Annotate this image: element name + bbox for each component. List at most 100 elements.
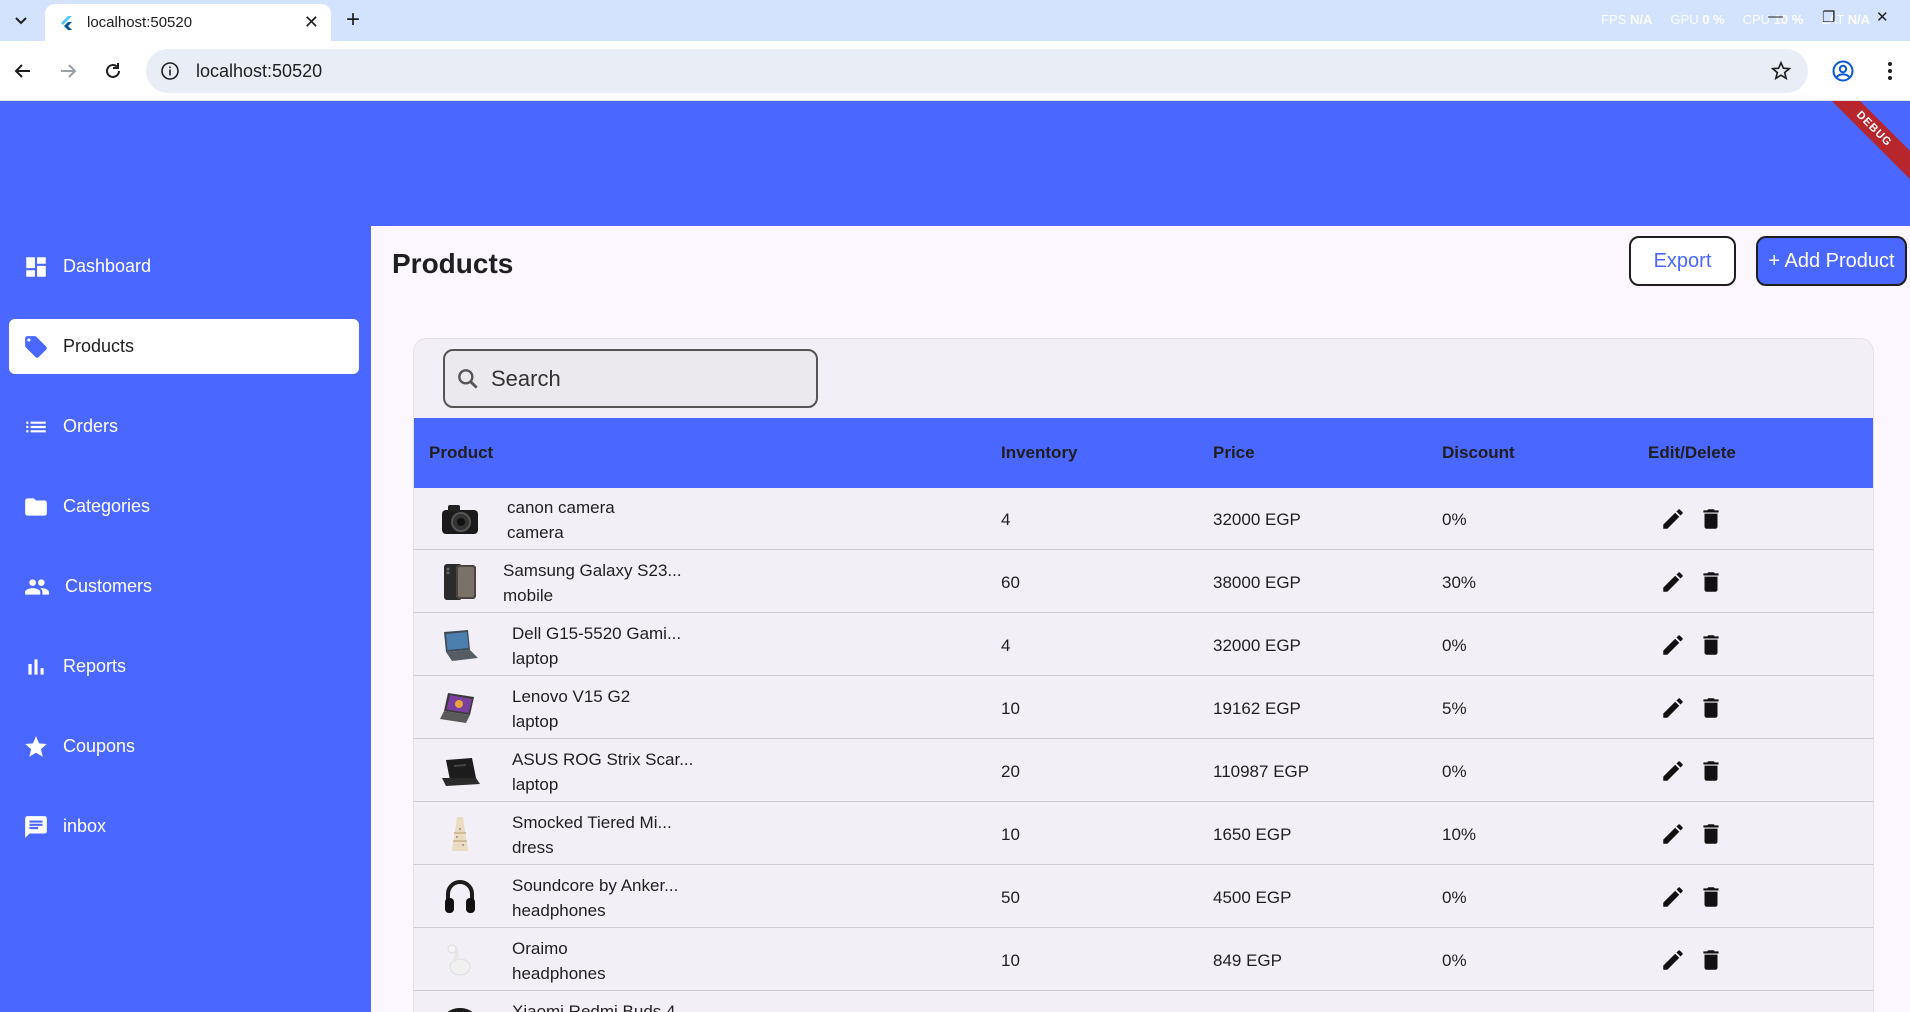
address-bar[interactable]: localhost:50520 (146, 49, 1808, 93)
search-placeholder: Search (491, 365, 561, 391)
delete-icon[interactable] (1698, 947, 1724, 973)
edit-icon[interactable] (1660, 758, 1686, 784)
sidebar-item-coupons[interactable]: Coupons (9, 719, 359, 774)
delete-icon[interactable] (1698, 758, 1724, 784)
tag-icon (25, 335, 47, 358)
sidebar-item-categories[interactable]: Categories (9, 479, 359, 534)
product-inventory: 4 (1001, 636, 1011, 655)
sidebar-item-label: Products (63, 336, 135, 356)
message-icon (25, 815, 47, 838)
table-header: Product Inventory Price Discount Edit/De… (414, 418, 1873, 488)
search-input[interactable]: Search (443, 349, 818, 408)
column-header-discount: Discount (1442, 443, 1515, 462)
laptop-thumbnail (440, 693, 474, 723)
add-product-button[interactable]: + Add Product (1756, 236, 1907, 286)
table-row: Dell G15-5520 Gami... laptop 4 32000 EGP… (414, 614, 1873, 676)
product-inventory: 10 (1001, 699, 1020, 718)
edit-icon[interactable] (1660, 632, 1686, 658)
window-close-icon[interactable]: ✕ (1876, 8, 1889, 26)
delete-icon[interactable] (1698, 884, 1724, 910)
product-inventory: 60 (1001, 573, 1020, 592)
product-name: Smocked Tiered Mi... (512, 813, 672, 832)
delete-icon[interactable] (1698, 506, 1724, 532)
delete-icon[interactable] (1698, 821, 1724, 847)
forward-icon[interactable] (55, 58, 81, 84)
edit-icon[interactable] (1660, 569, 1686, 595)
reload-icon[interactable] (100, 58, 126, 84)
column-header-price: Price (1213, 443, 1255, 462)
bar-chart-icon (28, 658, 44, 675)
product-inventory: 50 (1001, 888, 1020, 907)
tab-close-icon[interactable]: ✕ (304, 12, 319, 33)
sidebar-item-label: Dashboard (63, 256, 152, 276)
laptop-thumbnail (442, 758, 480, 786)
tab-title: localhost:50520 (87, 14, 193, 31)
product-category: headphones (512, 964, 606, 983)
product-name: ASUS ROG Strix Scar... (512, 750, 694, 769)
sidebar-item-label: Reports (63, 656, 127, 676)
dashboard-icon (26, 256, 46, 277)
product-discount: 10% (1442, 825, 1477, 844)
sidebar-item-reports[interactable]: Reports (9, 639, 359, 694)
sidebar-item-products[interactable]: Products (9, 319, 359, 374)
edit-icon[interactable] (1660, 884, 1686, 910)
product-price: 38000 EGP (1213, 573, 1301, 592)
delete-icon[interactable] (1698, 569, 1724, 595)
product-discount: 30% (1442, 573, 1477, 592)
product-name: Oraimo (512, 939, 568, 958)
minimize-icon[interactable]: — (1768, 8, 1783, 25)
product-price: 32000 EGP (1213, 636, 1301, 655)
tab-search-chevron-icon[interactable] (8, 8, 34, 34)
product-category: dress (512, 838, 554, 857)
site-info-icon[interactable] (160, 61, 180, 81)
restore-icon[interactable]: ❐ (1822, 8, 1835, 26)
dress-thumbnail (452, 817, 468, 851)
list-icon (26, 421, 46, 432)
product-inventory: 20 (1001, 762, 1020, 781)
url-text[interactable]: localhost:50520 (196, 61, 1770, 82)
edit-icon[interactable] (1660, 947, 1686, 973)
product-category: headphones (512, 901, 606, 920)
star-icon (25, 735, 47, 757)
product-category: camera (507, 523, 564, 542)
sidebar-item-inbox[interactable]: inbox (9, 799, 359, 854)
column-header-inventory: Inventory (1001, 443, 1078, 462)
delete-icon[interactable] (1698, 632, 1724, 658)
headphones-thumbnail (445, 880, 475, 913)
app-header: DEBUG (0, 101, 1910, 226)
product-price: 19162 EGP (1213, 699, 1301, 718)
bookmark-star-icon[interactable] (1770, 60, 1792, 82)
delete-icon[interactable] (1698, 695, 1724, 721)
product-name: Dell G15-5520 Gami... (512, 624, 682, 643)
product-discount: 0% (1442, 888, 1467, 907)
flutter-favicon-icon (61, 15, 72, 30)
laptop-thumbnail (444, 630, 478, 661)
sidebar-item-dashboard[interactable]: Dashboard (9, 239, 359, 294)
browser-tab[interactable]: localhost:50520 ✕ (45, 4, 331, 41)
products-table-card: Search Product Inventory Price Discount … (413, 338, 1874, 1012)
debug-banner: DEBUG (1810, 101, 1910, 193)
sidebar-item-customers[interactable]: Customers (9, 559, 359, 614)
sidebar-item-orders[interactable]: Orders (9, 399, 359, 454)
product-discount: 0% (1442, 762, 1467, 781)
product-price: 1650 EGP (1213, 825, 1292, 844)
product-name: Lenovo V15 G2 (512, 687, 631, 706)
phone-thumbnail (444, 564, 476, 600)
camera-thumbnail (442, 505, 478, 534)
table-row: Smocked Tiered Mi... dress 10 1650 EGP 1… (414, 803, 1873, 865)
browser-tabstrip: localhost:50520 ✕ + FPS N/A GPU 0 % CPU … (0, 0, 1910, 41)
edit-icon[interactable] (1660, 821, 1686, 847)
export-button[interactable]: Export (1629, 236, 1736, 286)
table-row: Oraimo headphones 10 849 EGP 0% (414, 929, 1873, 991)
product-inventory: 4 (1001, 510, 1011, 529)
profile-icon[interactable] (1831, 59, 1855, 83)
table-row: ASUS ROG Strix Scar... laptop 20 110987 … (414, 740, 1873, 802)
product-discount: 5% (1442, 699, 1467, 718)
table-row: Lenovo V15 G2 laptop 10 19162 EGP 5% (414, 677, 1873, 739)
table-row: Xiaomi Redmi Buds 4 (414, 992, 1873, 1012)
new-tab-icon[interactable]: + (346, 6, 360, 34)
edit-icon[interactable] (1660, 695, 1686, 721)
edit-icon[interactable] (1660, 506, 1686, 532)
menu-kebab-icon[interactable] (1878, 59, 1902, 83)
back-icon[interactable] (10, 58, 36, 84)
